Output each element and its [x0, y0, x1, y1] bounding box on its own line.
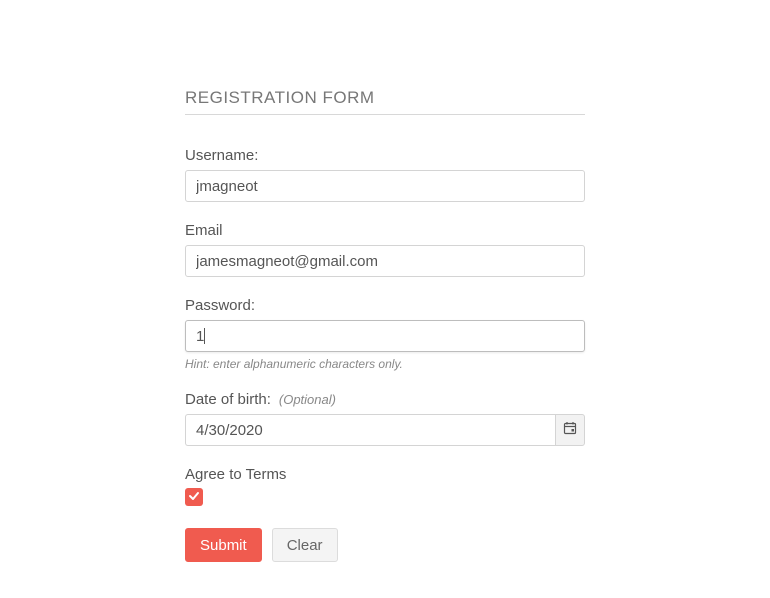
email-input[interactable]	[185, 245, 585, 277]
registration-form: REGISTRATION FORM Username: Email Passwo…	[185, 0, 585, 562]
dob-input[interactable]	[185, 414, 555, 446]
date-picker-button[interactable]	[555, 414, 585, 446]
clear-button[interactable]: Clear	[272, 528, 338, 562]
dob-optional: (Optional)	[279, 392, 336, 407]
username-label: Username:	[185, 147, 258, 164]
calendar-icon	[563, 421, 577, 439]
email-label: Email	[185, 222, 223, 239]
email-field: Email	[185, 222, 585, 277]
password-input[interactable]	[185, 320, 585, 352]
dob-label: Date of birth:	[185, 391, 271, 408]
submit-button[interactable]: Submit	[185, 528, 262, 562]
password-hint: Hint: enter alphanumeric characters only…	[185, 357, 585, 371]
text-caret	[204, 328, 205, 344]
terms-field: Agree to Terms	[185, 466, 585, 506]
password-field: Password: Hint: enter alphanumeric chara…	[185, 297, 585, 371]
password-label: Password:	[185, 297, 255, 314]
form-title: REGISTRATION FORM	[185, 88, 585, 115]
username-field: Username:	[185, 147, 585, 202]
terms-label: Agree to Terms	[185, 466, 585, 483]
check-icon	[188, 489, 200, 506]
username-input[interactable]	[185, 170, 585, 202]
terms-checkbox[interactable]	[185, 488, 203, 506]
button-row: Submit Clear	[185, 528, 585, 562]
dob-field: Date of birth: (Optional)	[185, 391, 585, 446]
